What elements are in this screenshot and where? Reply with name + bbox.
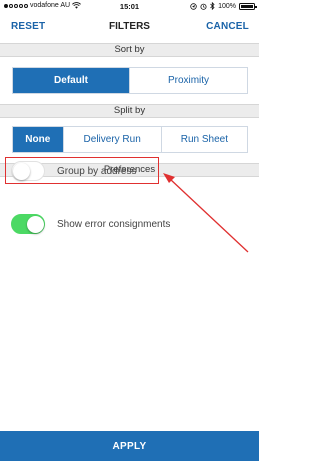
apply-button[interactable]: APPLY — [0, 431, 259, 461]
annotation-arrow-icon — [163, 173, 249, 253]
filters-screen: vodafone AU 15:01 100% RESET FILTERS CAN… — [0, 0, 259, 461]
